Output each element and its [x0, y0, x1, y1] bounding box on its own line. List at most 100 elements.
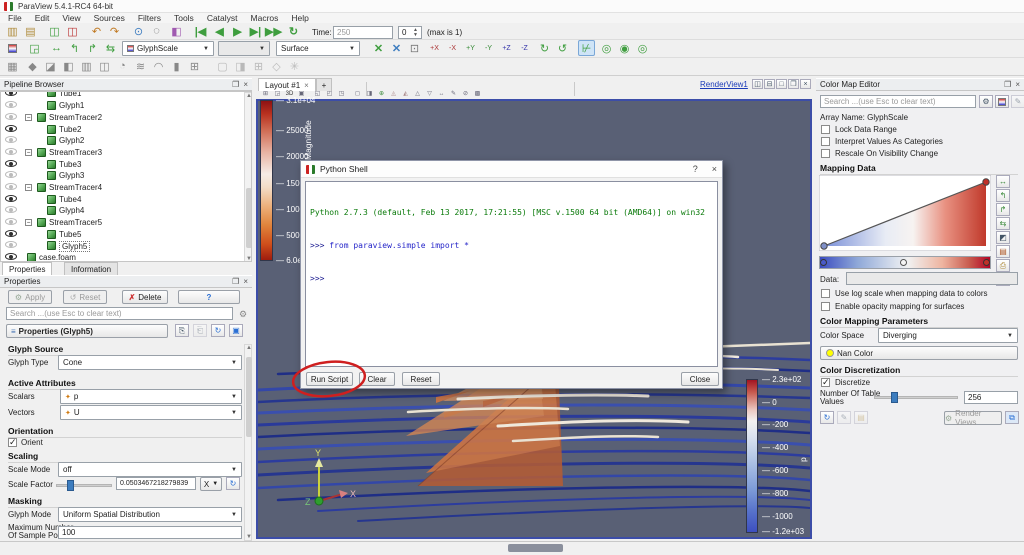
float-dock-icon[interactable]: ❐ — [232, 277, 239, 286]
visibility-eye-icon[interactable] — [5, 147, 18, 156]
paste-properties-button[interactable]: ⎗ — [193, 324, 207, 337]
menu-help[interactable]: Help — [291, 13, 308, 23]
color-array-combo[interactable]: GlyphScale ▼ — [122, 41, 214, 56]
cme-rescale-visible-button[interactable]: ⇆ — [996, 217, 1010, 230]
visibility-eye-icon[interactable] — [5, 100, 18, 109]
zoom-to-data-button[interactable]: ✕ — [388, 40, 405, 56]
colormap-button[interactable] — [4, 40, 21, 56]
properties-section-header[interactable]: ≡ Properties (Glyph5) — [6, 324, 168, 338]
pipeline-item[interactable]: Glyph2 — [59, 136, 84, 145]
visibility-eye-icon[interactable] — [5, 217, 18, 226]
view-toolbar-button[interactable]: △ — [412, 90, 423, 99]
view-toolbar-button[interactable]: ▩ — [472, 90, 483, 99]
color-handle-low[interactable] — [820, 259, 827, 266]
tab-information[interactable]: Information — [64, 262, 119, 275]
tree-expander-icon[interactable]: − — [25, 184, 32, 191]
properties-scrollbar[interactable]: ▲ ▼ — [244, 344, 252, 541]
dialog-titlebar[interactable]: Python Shell ? × — [301, 161, 722, 178]
scale-mode-combo[interactable]: off ▼ — [58, 462, 242, 477]
search-options-gear-icon[interactable]: ⚙ — [237, 308, 249, 320]
connect-server-button[interactable]: ◫ — [46, 23, 63, 39]
view-toolbar-button[interactable]: ⊕ — [376, 90, 387, 99]
reset-defaults-button[interactable]: ↻ — [211, 324, 225, 337]
pipeline-item[interactable]: StreamTracer2 — [49, 113, 102, 122]
maximize-view-button[interactable]: □ — [776, 79, 787, 89]
next-frame-button[interactable]: ▶| — [247, 23, 264, 39]
visibility-eye-icon[interactable] — [5, 159, 18, 168]
pipeline-item[interactable]: Tube2 — [59, 125, 81, 134]
reset-camera-button[interactable]: ✕ — [370, 40, 387, 56]
menu-file[interactable]: File — [8, 13, 22, 23]
cme-rescale-temporal-button[interactable]: ↱ — [996, 203, 1010, 216]
close-shell-button[interactable]: Close — [681, 372, 719, 386]
view-toolbar-button[interactable]: ◭ — [400, 90, 411, 99]
frame-spinbox[interactable]: 0 ▲ ▼ — [398, 26, 422, 39]
visibility-eye-icon[interactable] — [5, 194, 18, 203]
rescale-visible-range-button[interactable]: ⇆ — [102, 40, 119, 56]
stream-tracer-filter-button[interactable]: ≋ — [132, 58, 149, 74]
first-frame-button[interactable]: |◀ — [192, 23, 209, 39]
glyph-type-combo[interactable]: Cone ▼ — [58, 355, 242, 370]
view-toolbar-button[interactable]: ▽ — [424, 90, 435, 99]
delete-button[interactable]: ✗ Delete — [122, 290, 168, 304]
interpret-categories-checkbox[interactable] — [821, 137, 830, 146]
scrollbar-thumb[interactable] — [246, 357, 252, 437]
last-frame-button[interactable]: ▶▶ — [265, 23, 282, 39]
cme-detach-button[interactable]: ⧉ — [1005, 411, 1019, 424]
menu-edit[interactable]: Edit — [35, 13, 50, 23]
open-file-button[interactable]: ▥ — [4, 23, 21, 39]
edit-in-use-button[interactable]: ✎ — [1011, 95, 1024, 108]
representation-combo[interactable]: Surface ▼ — [276, 41, 360, 56]
tab-properties[interactable]: Properties — [2, 262, 53, 275]
cme-rescale-custom-button[interactable]: ↰ — [996, 189, 1010, 202]
tube-filter-button[interactable]: ▮ — [168, 58, 185, 74]
close-view-button[interactable]: × — [800, 79, 811, 89]
color-space-combo[interactable]: Diverging ▼ — [878, 328, 1018, 343]
dialog-close-button[interactable]: × — [712, 164, 717, 174]
set-view-plus-y-button[interactable]: +Y — [462, 40, 479, 56]
view-toolbar-button[interactable]: ✎ — [448, 90, 459, 99]
set-view-minus-x-button[interactable]: -X — [444, 40, 461, 56]
slider-thumb[interactable] — [67, 480, 74, 491]
menu-filters[interactable]: Filters — [138, 13, 161, 23]
tree-expander-icon[interactable]: − — [25, 219, 32, 226]
pipeline-item[interactable]: StreamTracer3 — [49, 148, 102, 157]
scale-factor-field[interactable]: 0.0503467218279839 — [116, 477, 196, 490]
close-dock-icon[interactable]: × — [1015, 80, 1020, 89]
float-dock-icon[interactable]: ❐ — [232, 80, 239, 89]
color-handle-high[interactable] — [983, 259, 990, 266]
view-toolbar-button[interactable]: ◰ — [324, 90, 335, 99]
help-button[interactable]: ? — [178, 290, 240, 304]
pipeline-item[interactable]: Tube5 — [59, 230, 81, 239]
max-points-field[interactable]: 100 — [58, 526, 242, 539]
rotate-90-ccw-button[interactable]: ↺ — [554, 40, 571, 56]
color-handle-mid[interactable] — [900, 259, 907, 266]
log-scale-checkbox[interactable] — [821, 289, 830, 298]
pipeline-item[interactable]: Tube1 — [59, 92, 81, 98]
glyph-filter-button[interactable]: ◆ — [24, 58, 41, 74]
time-field[interactable]: 250 — [333, 26, 393, 39]
view-toolbar-button[interactable]: ◳ — [336, 90, 347, 99]
scrollbar-thumb[interactable] — [246, 188, 251, 248]
opacity-mapping-label[interactable]: Enable opacity mapping for surfaces — [835, 302, 964, 311]
pipeline-item[interactable]: Tube3 — [59, 160, 81, 169]
reset-shell-button[interactable]: Reset — [402, 372, 440, 386]
pipeline-item[interactable]: case.foam — [39, 253, 76, 261]
discretize-checkbox[interactable] — [821, 377, 830, 388]
close-dock-icon[interactable]: × — [243, 80, 248, 89]
orient-checkbox[interactable] — [8, 437, 17, 448]
loop-button[interactable]: ↻ — [285, 23, 302, 39]
show-colorbar-button[interactable] — [995, 95, 1009, 108]
rescale-visibility-checkbox[interactable] — [821, 149, 830, 158]
menu-tools[interactable]: Tools — [174, 13, 194, 23]
float-view-button[interactable]: ❐ — [788, 79, 799, 89]
pipeline-item[interactable]: StreamTracer4 — [49, 183, 102, 192]
view-toolbar-button[interactable]: ◨ — [364, 90, 375, 99]
view-toolbar-button[interactable]: ◬ — [388, 90, 399, 99]
tree-expander-icon[interactable]: − — [25, 149, 32, 156]
play-button[interactable]: ▶ — [229, 23, 246, 39]
pipeline-item[interactable]: Tube4 — [59, 195, 81, 204]
rescale-visibility-label[interactable]: Rescale On Visibility Change — [835, 149, 938, 158]
menu-view[interactable]: View — [62, 13, 80, 23]
edit-colormap-button[interactable]: ◲ — [26, 40, 43, 56]
